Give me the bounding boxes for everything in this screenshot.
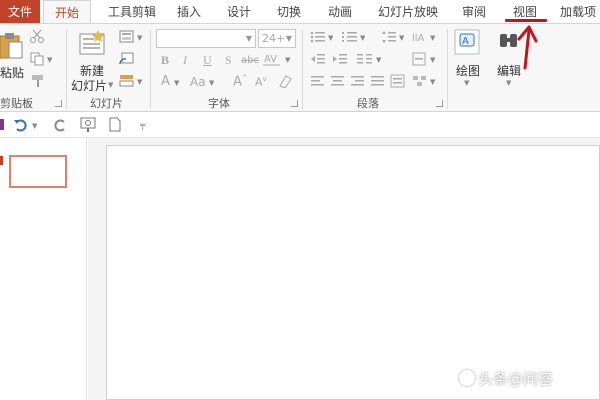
group-separator: [66, 29, 67, 109]
clear-format-icon[interactable]: [278, 74, 292, 88]
columns-icon[interactable]: [356, 52, 374, 66]
section-icon[interactable]: [119, 74, 135, 87]
customize-qat-arrow[interactable]: ╤: [140, 121, 145, 131]
copy-dropdown-arrow[interactable]: ▼: [47, 56, 52, 64]
increase-indent-icon[interactable]: [332, 52, 348, 66]
paragraph-launcher[interactable]: [436, 100, 443, 107]
change-case-button[interactable]: Aa: [190, 75, 206, 89]
new-slide-label-2[interactable]: 幻灯片: [71, 77, 107, 94]
drawing-button[interactable]: 绘图: [456, 62, 480, 79]
align-center-icon[interactable]: [330, 74, 346, 88]
tab-animations[interactable]: 动画: [322, 0, 358, 24]
text-direction-dropdown-arrow[interactable]: ▼: [430, 34, 435, 42]
align-text-dropdown-arrow[interactable]: ▼: [430, 56, 435, 64]
ribbon: 粘贴 ▼ 剪贴板 新建 幻灯片 ▼ ▼ ▼ 幻灯片 ▼ 24+ ▼ B I U S…: [0, 23, 600, 112]
tab-slideshow[interactable]: 幻灯片放映: [372, 0, 444, 24]
font-launcher[interactable]: [291, 100, 298, 107]
font-color-button[interactable]: A: [161, 74, 170, 89]
line-spacing-dropdown-arrow[interactable]: ▼: [399, 34, 404, 42]
bullets-icon[interactable]: [310, 30, 326, 44]
smartart-icon[interactable]: [412, 74, 428, 88]
tab-design[interactable]: 设计: [221, 0, 257, 24]
clipboard-launcher[interactable]: [55, 100, 62, 107]
group-separator: [447, 29, 448, 109]
columns-dropdown-arrow[interactable]: ▼: [376, 56, 381, 64]
align-left-icon[interactable]: [310, 74, 326, 88]
cut-icon[interactable]: [30, 29, 44, 43]
grow-font-button[interactable]: A^: [233, 74, 248, 89]
svg-text:AV: AV: [264, 54, 277, 65]
font-name-combo[interactable]: ▼: [156, 29, 256, 48]
tab-review[interactable]: 审阅: [456, 0, 492, 24]
italic-button[interactable]: I: [183, 53, 187, 68]
format-painter-icon[interactable]: [30, 74, 46, 88]
bullets-dropdown-arrow[interactable]: ▼: [328, 34, 333, 42]
tab-insert[interactable]: 插入: [171, 0, 207, 24]
justify-icon[interactable]: [370, 74, 386, 88]
font-size-combo[interactable]: 24+ ▼: [258, 29, 296, 48]
text-direction-icon[interactable]: llA: [412, 30, 428, 44]
shadow-button[interactable]: S: [225, 53, 232, 68]
clipboard-group-label: 剪贴板: [0, 97, 33, 110]
slide-thumbnail[interactable]: [9, 155, 67, 188]
decrease-indent-icon[interactable]: [310, 52, 326, 66]
font-group-label: 字体: [208, 97, 230, 110]
strikethrough-button[interactable]: abc: [241, 55, 259, 66]
slides-group-label: 幻灯片: [90, 97, 123, 110]
save-icon[interactable]: [0, 119, 5, 131]
redo-icon[interactable]: [53, 118, 69, 132]
group-separator: [150, 29, 151, 109]
watermark-text: 头条@问答: [478, 370, 554, 388]
section-dropdown-arrow[interactable]: ▼: [137, 78, 142, 86]
new-slide-icon[interactable]: [78, 30, 106, 56]
quick-access-toolbar: ▼ ╤: [0, 112, 600, 138]
underline-button[interactable]: U: [203, 53, 212, 68]
align-text-icon[interactable]: [412, 52, 428, 66]
font-color-dropdown-arrow[interactable]: ▼: [174, 79, 179, 87]
new-slide-dropdown-arrow[interactable]: ▼: [108, 81, 113, 89]
editing-dropdown-arrow[interactable]: ▼: [506, 79, 511, 87]
change-case-dropdown-arrow[interactable]: ▼: [209, 79, 214, 87]
align-right-icon[interactable]: [350, 74, 366, 88]
layout-dropdown-arrow[interactable]: ▼: [137, 34, 142, 42]
copy-icon[interactable]: [30, 52, 46, 66]
tab-transitions[interactable]: 切换: [271, 0, 307, 24]
drawing-dropdown-arrow[interactable]: ▼: [464, 79, 469, 87]
tab-file[interactable]: 文件: [0, 0, 40, 24]
slide-thumbnail-pane: [0, 138, 87, 400]
char-spacing-dropdown-arrow[interactable]: ▼: [285, 56, 290, 64]
paste-icon[interactable]: [0, 30, 24, 60]
watermark-logo-icon: [459, 370, 475, 386]
group-separator: [302, 29, 303, 109]
tab-tools-edit[interactable]: 工具剪辑: [104, 0, 160, 24]
paste-button[interactable]: 粘贴: [0, 64, 24, 81]
bold-button[interactable]: B: [161, 53, 169, 68]
slide-number-marker: [0, 156, 3, 165]
smartart-dropdown-arrow[interactable]: ▼: [430, 78, 435, 86]
reset-icon[interactable]: [119, 52, 135, 66]
new-document-icon[interactable]: [108, 117, 122, 133]
tab-home[interactable]: 开始: [43, 0, 91, 25]
start-slideshow-icon[interactable]: [80, 117, 98, 133]
svg-text:A: A: [462, 36, 469, 47]
font-size-value: 24+: [262, 32, 286, 45]
ribbon-tab-bar: 文件 开始 工具剪辑 插入 设计 切换 动画 幻灯片放映 审阅 视图 加载项: [0, 0, 600, 25]
drawing-icon[interactable]: A: [454, 29, 480, 55]
layout-icon[interactable]: [119, 30, 135, 43]
char-spacing-icon[interactable]: AV: [262, 52, 282, 68]
distributed-icon[interactable]: [390, 74, 406, 88]
slide-canvas[interactable]: [106, 145, 600, 400]
paragraph-group-label: 段落: [357, 97, 379, 110]
undo-dropdown-arrow[interactable]: ▼: [32, 122, 37, 130]
undo-icon[interactable]: [13, 118, 29, 132]
numbering-dropdown-arrow[interactable]: ▼: [360, 34, 365, 42]
line-spacing-icon[interactable]: [381, 30, 397, 44]
shrink-font-button[interactable]: Av: [255, 75, 267, 89]
tab-addins[interactable]: 加载项: [556, 0, 600, 24]
svg-text:llA: llA: [412, 33, 425, 44]
annotation-arrow: [517, 25, 538, 70]
numbering-icon[interactable]: [342, 30, 358, 44]
